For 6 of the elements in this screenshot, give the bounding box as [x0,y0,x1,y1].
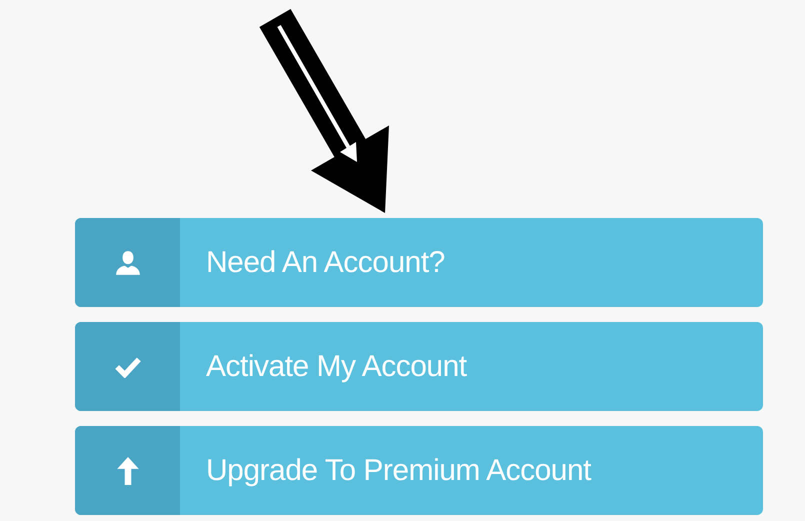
check-icon [114,356,140,378]
arrow-up-icon [116,456,138,484]
account-button[interactable]: Upgrade To Premium Account [75,426,763,515]
account-button[interactable]: Need An Account? [75,218,763,307]
account-button[interactable]: Activate My Account [75,322,763,411]
user-icon [114,250,140,276]
